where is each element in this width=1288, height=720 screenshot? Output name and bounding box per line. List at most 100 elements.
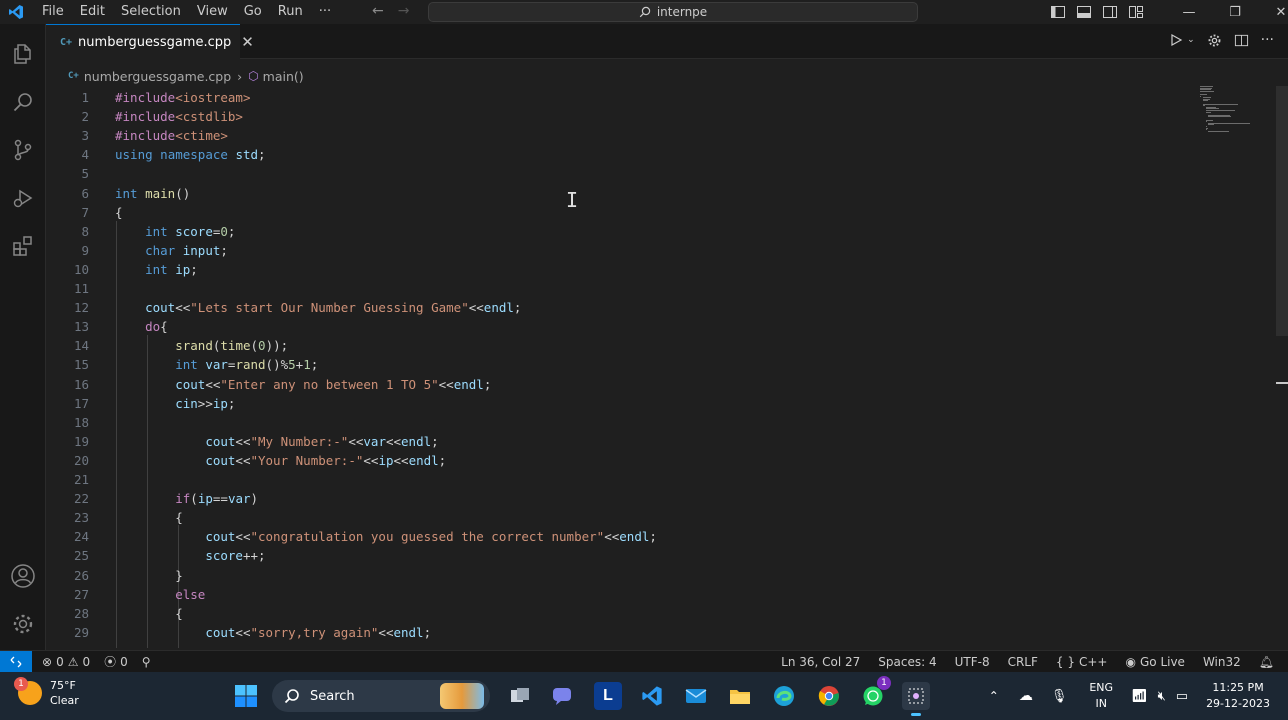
snipping-tool-icon[interactable] (902, 682, 930, 716)
code-line[interactable]: 25 score++; (46, 546, 1196, 565)
windows-start-icon[interactable] (234, 684, 258, 708)
code-line[interactable]: 26 } (46, 566, 1196, 585)
code-line[interactable]: 19 cout<<"My Number:-"<<var<<endl; (46, 432, 1196, 451)
encoding[interactable]: UTF-8 (955, 655, 990, 669)
input-language[interactable]: ENG IN (1089, 680, 1113, 712)
weather-widget[interactable]: 1 75°F Clear (14, 677, 79, 708)
code-line[interactable]: 28 { (46, 604, 1196, 623)
ports-indicator[interactable]: ⦿ 0 (104, 653, 128, 670)
code-line[interactable]: 11 (46, 279, 1196, 298)
chrome-browser-icon[interactable] (815, 682, 843, 710)
active-app-indicator (911, 713, 921, 716)
run-debug-icon[interactable] (0, 178, 46, 218)
code-editor[interactable]: 1 #include<iostream> 2 #include<cstdlib> 3 #i… (46, 88, 1196, 648)
manage-gear-icon[interactable] (0, 604, 46, 644)
platform[interactable]: Win32 (1203, 655, 1241, 669)
code-line[interactable]: 16 cout<<"Enter any no between 1 TO 5"<<… (46, 375, 1196, 394)
code-line[interactable]: 9 char input; (46, 241, 1196, 260)
code-line[interactable]: 3 #include<ctime> (46, 126, 1196, 145)
file-explorer-icon[interactable] (726, 682, 754, 710)
code-line[interactable]: 7{ (46, 203, 1196, 222)
code-line[interactable]: 4 using namespace std; (46, 145, 1196, 164)
onedrive-cloud-icon[interactable]: ☁ (1019, 688, 1033, 704)
cursor-position[interactable]: Ln 36, Col 27 (781, 655, 860, 669)
minimize-icon[interactable]: — (1166, 0, 1212, 24)
language-mode[interactable]: { } C++ (1056, 655, 1108, 669)
code-line[interactable]: 6 int main() (46, 184, 1196, 203)
code-line[interactable]: 22 if(ip==var) (46, 489, 1196, 508)
code-line[interactable]: 18 (46, 413, 1196, 432)
code-line[interactable]: 17 cin>>ip; (46, 394, 1196, 413)
l-app-icon[interactable]: L (594, 682, 622, 710)
task-view-icon[interactable] (506, 682, 534, 710)
taskbar-search-box[interactable]: Search (272, 680, 490, 712)
breadcrumb-symbol[interactable]: main() (263, 69, 304, 84)
close-tab-icon[interactable]: ✕ (241, 33, 254, 51)
code-line[interactable]: 29 cout<<"sorry,try again"<<endl; (46, 623, 1196, 642)
menu-view[interactable]: View (189, 0, 236, 24)
breadcrumb-file[interactable]: numberguessgame.cpp (84, 69, 231, 84)
search-view-icon[interactable] (0, 82, 46, 122)
menu-run[interactable]: Run (270, 0, 311, 24)
toggle-secondary-sidebar-icon[interactable] (1102, 4, 1118, 20)
code-line[interactable]: 13 do{ (46, 317, 1196, 336)
settings-gear-icon[interactable] (1207, 33, 1222, 48)
extensions-icon[interactable] (0, 226, 46, 266)
battery-icon[interactable]: ▭ (1176, 689, 1188, 704)
run-code-icon[interactable] (1169, 33, 1183, 47)
source-control-icon[interactable] (0, 130, 46, 170)
volume-muted-icon[interactable]: 🔇︎ (1158, 689, 1166, 704)
show-hidden-icons-chevron-icon[interactable]: ⌃ (989, 689, 999, 703)
code-line[interactable]: 14 srand(time(0)); (46, 336, 1196, 355)
run-dropdown-chevron-icon[interactable]: ⌄ (1187, 35, 1195, 45)
more-actions-icon[interactable]: ··· (1261, 32, 1274, 48)
notifications-bell-icon[interactable]: 🔔︎ (1259, 655, 1274, 669)
customize-layout-icon[interactable] (1128, 4, 1144, 20)
problems-indicator[interactable]: ⊗ 0 ⚠ 0 (42, 655, 90, 669)
menu-selection[interactable]: Selection (113, 0, 189, 24)
close-window-icon[interactable]: ✕ (1258, 0, 1288, 24)
go-live-button[interactable]: ◉ Go Live (1126, 655, 1185, 669)
code-line[interactable]: 2 #include<cstdlib> (46, 107, 1196, 126)
minimap-line (1205, 129, 1207, 131)
minimap[interactable] (1196, 86, 1276, 146)
remote-indicator-icon[interactable] (0, 650, 32, 673)
code-line[interactable]: 21 (46, 470, 1196, 489)
command-center-search[interactable]: internpe (428, 2, 918, 22)
teams-chat-icon[interactable] (548, 682, 576, 710)
whatsapp-icon[interactable]: 1 (859, 676, 891, 710)
vscode-taskbar-icon[interactable] (638, 682, 666, 710)
mail-icon[interactable] (682, 682, 710, 710)
menu-edit[interactable]: Edit (72, 0, 113, 24)
restore-icon[interactable]: ❐ (1212, 0, 1258, 24)
toggle-primary-sidebar-icon[interactable] (1050, 4, 1066, 20)
forward-arrow-icon[interactable]: → (398, 3, 410, 19)
microphone-icon[interactable]: 🎙︎ (1051, 689, 1068, 704)
indentation[interactable]: Spaces: 4 (878, 655, 936, 669)
code-line[interactable]: 5 (46, 164, 1196, 183)
accounts-icon[interactable] (0, 556, 46, 596)
menu-more[interactable]: ··· (311, 0, 339, 24)
code-line[interactable]: 20 cout<<"Your Number:-"<<ip<<endl; (46, 451, 1196, 470)
vertical-scrollbar[interactable] (1276, 86, 1288, 336)
code-line[interactable]: 8 int score=0; (46, 222, 1196, 241)
tab-numberguessgame[interactable]: C+ numberguessgame.cpp ✕ (46, 24, 254, 59)
code-line[interactable]: 27 else (46, 585, 1196, 604)
toggle-panel-icon[interactable] (1076, 4, 1092, 20)
split-editor-icon[interactable] (1234, 33, 1249, 48)
back-arrow-icon[interactable]: ← (372, 3, 384, 19)
code-line[interactable]: 10 int ip; (46, 260, 1196, 279)
clock[interactable]: 11:25 PM 29-12-2023 (1206, 680, 1270, 712)
explorer-icon[interactable] (0, 34, 46, 74)
code-line[interactable]: 12 cout<<"Lets start Our Number Guessing… (46, 298, 1196, 317)
code-line[interactable]: 15 int var=rand()%5+1; (46, 355, 1196, 374)
code-line[interactable]: 23 { (46, 508, 1196, 527)
code-line[interactable]: 24 cout<<"congratulation you guessed the… (46, 527, 1196, 546)
end-of-line[interactable]: CRLF (1008, 655, 1038, 669)
edge-browser-icon[interactable] (770, 682, 798, 710)
wifi-icon[interactable]: 📶︎ (1131, 689, 1148, 704)
debug-launch-icon[interactable]: ⚲ (142, 655, 151, 669)
menu-go[interactable]: Go (236, 0, 270, 24)
code-line[interactable]: 1 #include<iostream> (46, 88, 1196, 107)
menu-file[interactable]: File (34, 0, 72, 24)
